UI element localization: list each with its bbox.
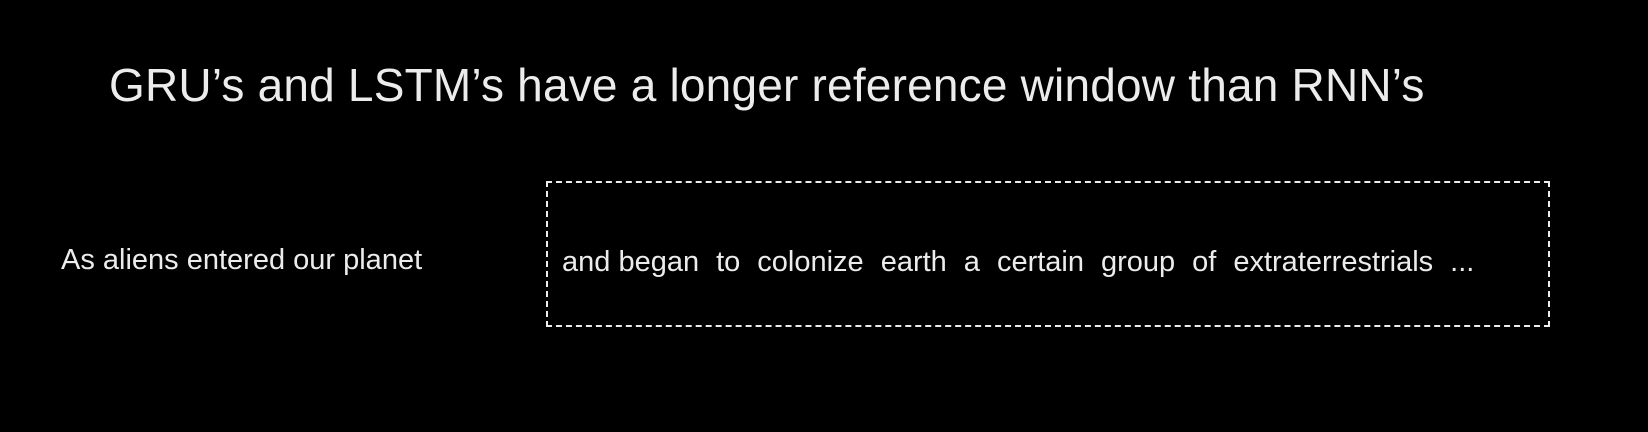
window-word: earth [880,246,947,278]
reference-window-words: and began to colonize earth a certain gr… [562,245,1474,280]
window-word: and began [562,246,700,278]
ellipsis: ... [1450,246,1475,278]
window-word: of [1192,246,1217,278]
window-word: to [716,246,741,278]
slide: GRU’s and LSTM’s have a longer reference… [0,0,1648,432]
window-word: certain [996,246,1084,278]
window-word: colonize [757,246,864,278]
slide-title: GRU’s and LSTM’s have a longer reference… [109,59,1425,111]
sentence-prefix: As aliens entered our planet [61,244,423,276]
window-word: group [1100,246,1176,278]
window-word: a [963,246,980,278]
window-word: extraterrestrials [1233,246,1434,278]
